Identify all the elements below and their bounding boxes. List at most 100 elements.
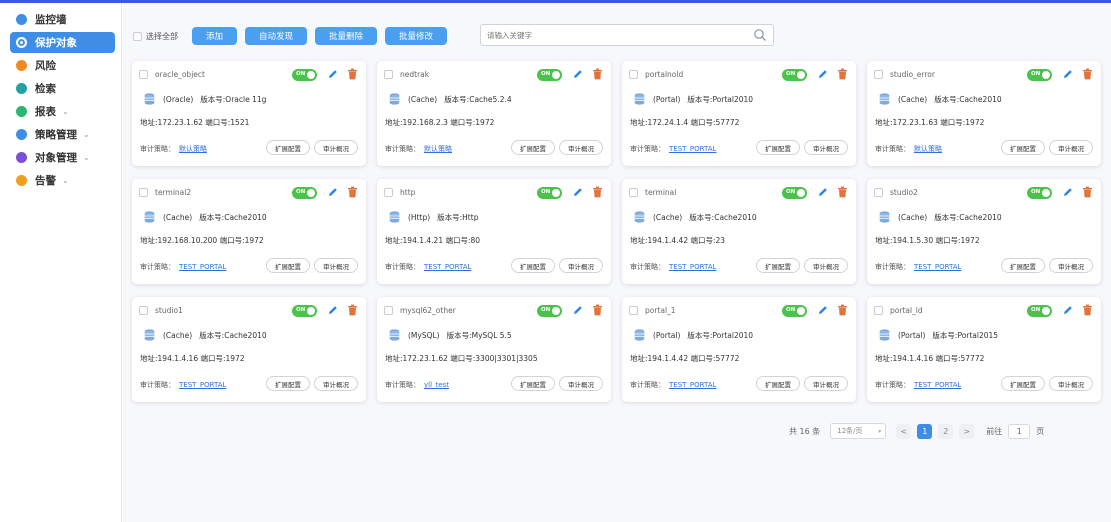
sidebar-item-4[interactable]: 报表 ⌄ — [10, 101, 115, 122]
audit-overview-button[interactable]: 审计概况 — [1049, 140, 1093, 155]
card-checkbox[interactable] — [139, 70, 148, 79]
delete-icon[interactable] — [592, 304, 603, 316]
ext-config-button[interactable]: 扩展配置 — [1001, 376, 1045, 391]
ext-config-button[interactable]: 扩展配置 — [1001, 140, 1045, 155]
chevron-down-icon[interactable]: ⌄ — [62, 107, 69, 116]
sidebar-item-3[interactable]: 检索 — [10, 78, 115, 99]
audit-overview-button[interactable]: 审计概况 — [314, 140, 358, 155]
add-button[interactable]: 添加 — [192, 27, 238, 45]
status-toggle[interactable]: ON — [292, 305, 317, 317]
policy-link[interactable]: TEST_PORTAL — [914, 263, 961, 271]
audit-overview-button[interactable]: 审计概况 — [804, 376, 848, 391]
prev-page-button[interactable]: < — [896, 423, 912, 439]
page-2-button[interactable]: 2 — [938, 423, 954, 439]
ext-config-button[interactable]: 扩展配置 — [266, 140, 310, 155]
ext-config-button[interactable]: 扩展配置 — [756, 376, 800, 391]
card-checkbox[interactable] — [629, 70, 638, 79]
policy-link[interactable]: 默认策略 — [914, 144, 942, 154]
edit-icon[interactable] — [1062, 186, 1074, 198]
ext-config-button[interactable]: 扩展配置 — [266, 258, 310, 273]
chevron-down-icon[interactable]: ⌄ — [83, 130, 90, 139]
edit-icon[interactable] — [817, 68, 829, 80]
select-all[interactable]: 选择全部 — [133, 31, 178, 42]
card-checkbox[interactable] — [874, 306, 883, 315]
ext-config-button[interactable]: 扩展配置 — [1001, 258, 1045, 273]
edit-icon[interactable] — [327, 304, 339, 316]
ext-config-button[interactable]: 扩展配置 — [266, 376, 310, 391]
audit-overview-button[interactable]: 审计概况 — [559, 258, 603, 273]
policy-link[interactable]: TEST_PORTAL — [914, 381, 961, 389]
policy-link[interactable]: TEST_PORTAL — [669, 381, 716, 389]
card-checkbox[interactable] — [874, 70, 883, 79]
edit-icon[interactable] — [327, 68, 339, 80]
policy-link[interactable]: TEST_PORTAL — [424, 263, 471, 271]
status-toggle[interactable]: ON — [537, 187, 562, 199]
card-checkbox[interactable] — [139, 188, 148, 197]
goto-page-input[interactable]: 1 — [1008, 423, 1031, 439]
edit-icon[interactable] — [817, 304, 829, 316]
status-toggle[interactable]: ON — [782, 305, 807, 317]
status-toggle[interactable]: ON — [782, 69, 807, 81]
edit-icon[interactable] — [572, 68, 584, 80]
delete-icon[interactable] — [1082, 304, 1093, 316]
status-toggle[interactable]: ON — [1027, 69, 1052, 81]
status-toggle[interactable]: ON — [1027, 187, 1052, 199]
edit-icon[interactable] — [572, 304, 584, 316]
status-toggle[interactable]: ON — [1027, 305, 1052, 317]
policy-link[interactable]: TEST_PORTAL — [179, 381, 226, 389]
status-toggle[interactable]: ON — [537, 69, 562, 81]
status-toggle[interactable]: ON — [292, 187, 317, 199]
delete-icon[interactable] — [1082, 186, 1093, 198]
audit-overview-button[interactable]: 审计概况 — [1049, 376, 1093, 391]
search-icon[interactable] — [753, 28, 767, 42]
edit-icon[interactable] — [327, 186, 339, 198]
ext-config-button[interactable]: 扩展配置 — [756, 258, 800, 273]
audit-overview-button[interactable]: 审计概况 — [559, 376, 603, 391]
edit-icon[interactable] — [817, 186, 829, 198]
policy-link[interactable]: TEST_PORTAL — [669, 263, 716, 271]
delete-icon[interactable] — [347, 186, 358, 198]
status-toggle[interactable]: ON — [537, 305, 562, 317]
sidebar-item-2[interactable]: 风险 — [10, 55, 115, 76]
delete-icon[interactable] — [592, 68, 603, 80]
card-checkbox[interactable] — [384, 70, 393, 79]
ext-config-button[interactable]: 扩展配置 — [756, 140, 800, 155]
page-size-select[interactable]: 12条/页 ▾ — [830, 423, 887, 439]
policy-link[interactable]: 默认策略 — [179, 144, 207, 154]
card-checkbox[interactable] — [384, 306, 393, 315]
card-checkbox[interactable] — [629, 188, 638, 197]
edit-icon[interactable] — [1062, 304, 1074, 316]
card-checkbox[interactable] — [629, 306, 638, 315]
audit-overview-button[interactable]: 审计概况 — [1049, 258, 1093, 273]
batch-edit-button[interactable]: 批量修改 — [385, 27, 448, 45]
policy-link[interactable]: yll_test — [424, 381, 449, 389]
sidebar-item-1[interactable]: 保护对象 — [10, 32, 115, 53]
edit-icon[interactable] — [1062, 68, 1074, 80]
policy-link[interactable]: TEST_PORTAL — [179, 263, 226, 271]
ext-config-button[interactable]: 扩展配置 — [511, 140, 555, 155]
delete-icon[interactable] — [347, 68, 358, 80]
sidebar-item-7[interactable]: 告警 ⌄ — [10, 170, 115, 191]
audit-overview-button[interactable]: 审计概况 — [804, 140, 848, 155]
page-1-button[interactable]: 1 — [917, 423, 933, 439]
status-toggle[interactable]: ON — [292, 69, 317, 81]
policy-link[interactable]: 默认策略 — [424, 144, 452, 154]
status-toggle[interactable]: ON — [782, 187, 807, 199]
card-checkbox[interactable] — [874, 188, 883, 197]
ext-config-button[interactable]: 扩展配置 — [511, 376, 555, 391]
chevron-down-icon[interactable]: ⌄ — [62, 176, 69, 185]
chevron-down-icon[interactable]: ⌄ — [83, 153, 90, 162]
delete-icon[interactable] — [1082, 68, 1093, 80]
sidebar-item-6[interactable]: 对象管理 ⌄ — [10, 147, 115, 168]
delete-icon[interactable] — [837, 186, 848, 198]
next-page-button[interactable]: > — [959, 423, 975, 439]
card-checkbox[interactable] — [139, 306, 148, 315]
sidebar-item-0[interactable]: 监控墙 — [10, 9, 115, 30]
delete-icon[interactable] — [592, 186, 603, 198]
search-input[interactable] — [487, 30, 737, 40]
auto-discover-button[interactable]: 自动发现 — [245, 27, 308, 45]
delete-icon[interactable] — [837, 304, 848, 316]
audit-overview-button[interactable]: 审计概况 — [314, 258, 358, 273]
delete-icon[interactable] — [837, 68, 848, 80]
audit-overview-button[interactable]: 审计概况 — [804, 258, 848, 273]
